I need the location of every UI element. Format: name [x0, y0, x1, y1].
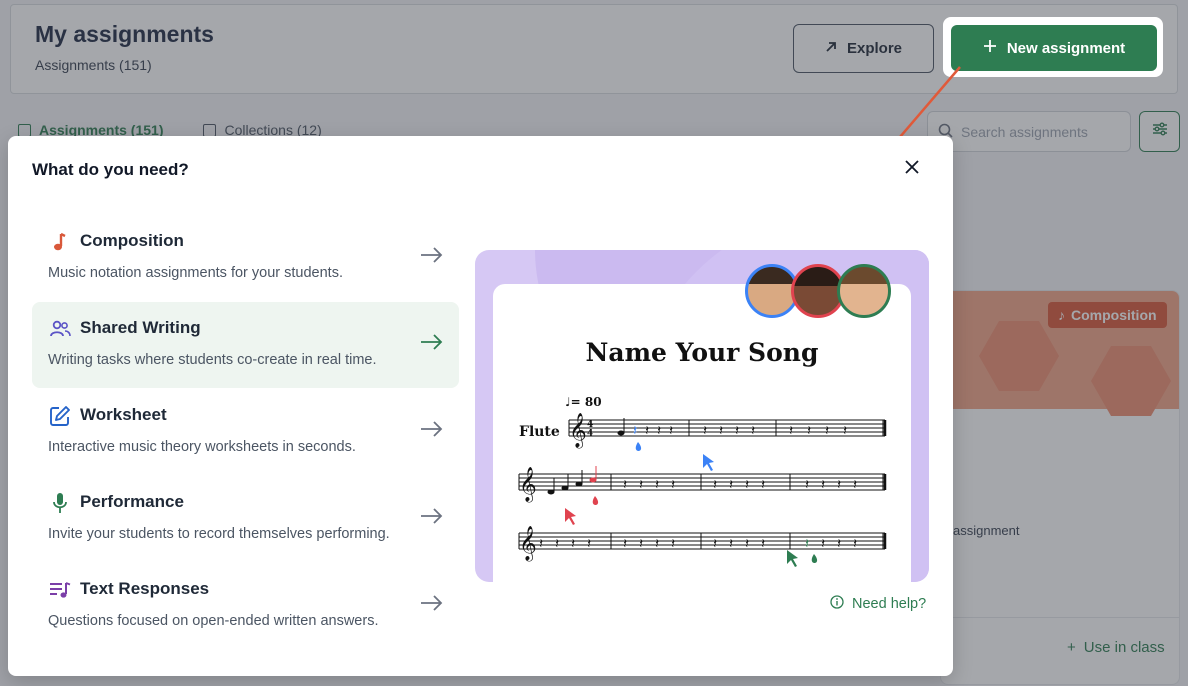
svg-text:𝄽: 𝄽	[805, 536, 809, 552]
svg-text:𝄽: 𝄽	[745, 536, 749, 552]
svg-text:𝄽: 𝄽	[623, 536, 627, 552]
svg-text:𝄞: 𝄞	[519, 526, 537, 562]
music-note-icon	[48, 230, 72, 254]
svg-text:𝄽: 𝄽	[669, 423, 673, 439]
close-icon	[904, 159, 920, 180]
svg-text:𝄞: 𝄞	[569, 413, 587, 449]
svg-text:𝄽: 𝄽	[639, 536, 643, 552]
arrow-right-icon	[421, 421, 443, 437]
text-lines-music-icon	[48, 578, 72, 602]
svg-text:𝄽: 𝄽	[703, 423, 707, 439]
option-description: Invite your students to record themselve…	[48, 526, 390, 542]
svg-text:𝄽: 𝄽	[805, 477, 809, 493]
svg-text:𝄽: 𝄽	[539, 536, 543, 552]
option-title: Worksheet	[80, 405, 167, 424]
option-description: Music notation assignments for your stud…	[48, 265, 343, 281]
score-sheet: Name Your Song ♩= 80 Flute 𝄞 4 4 𝄽 𝄽 𝄽 𝄽 𝄽 𝄽…	[493, 284, 911, 582]
svg-text:𝄽: 𝄽	[735, 423, 739, 439]
svg-text:𝄞: 𝄞	[519, 467, 537, 503]
option-shared-writing[interactable]: Shared Writing Writing tasks where stude…	[32, 302, 459, 388]
svg-text:𝄽: 𝄽	[623, 477, 627, 493]
arrow-right-icon	[421, 247, 443, 263]
new-assignment-button[interactable]: New assignment	[951, 25, 1157, 71]
svg-text:𝄽: 𝄽	[671, 536, 675, 552]
option-preview-illustration: Name Your Song ♩= 80 Flute 𝄞 4 4 𝄽 𝄽 𝄽 𝄽 𝄽 𝄽…	[475, 250, 929, 582]
option-title: Shared Writing	[80, 318, 201, 337]
svg-text:𝄽: 𝄽	[853, 536, 857, 552]
modal-title: What do you need?	[32, 160, 189, 179]
option-description: Writing tasks where students co-create i…	[48, 352, 377, 368]
need-help-link[interactable]: Need help?	[830, 595, 926, 613]
option-description: Questions focused on open-ended written …	[48, 613, 379, 629]
option-performance[interactable]: Performance Invite your students to reco…	[32, 476, 459, 562]
arrow-right-icon	[421, 595, 443, 611]
svg-text:𝄽: 𝄽	[719, 423, 723, 439]
option-worksheet[interactable]: Worksheet Interactive music theory works…	[32, 389, 459, 475]
svg-text:𝄽: 𝄽	[729, 477, 733, 493]
svg-text:𝄽: 𝄽	[853, 477, 857, 493]
option-composition[interactable]: Composition Music notation assignments f…	[32, 215, 459, 301]
need-help-label: Need help?	[852, 596, 927, 612]
svg-text:𝄽: 𝄽	[713, 477, 717, 493]
tempo-marking: ♩= 80	[565, 395, 602, 409]
option-title: Composition	[80, 231, 184, 250]
svg-text:𝄽: 𝄽	[821, 477, 825, 493]
svg-text:𝄽: 𝄽	[655, 477, 659, 493]
option-text-responses[interactable]: Text Responses Questions focused on open…	[32, 563, 459, 649]
svg-text:𝄽: 𝄽	[655, 536, 659, 552]
svg-text:𝄽: 𝄽	[555, 536, 559, 552]
svg-text:𝄽: 𝄽	[671, 477, 675, 493]
microphone-icon	[48, 491, 72, 515]
svg-text:𝄽: 𝄽	[639, 477, 643, 493]
student-avatar	[837, 264, 891, 318]
svg-text:𝄽: 𝄽	[761, 477, 765, 493]
svg-text:𝄽: 𝄽	[713, 536, 717, 552]
svg-text:𝄽: 𝄽	[837, 477, 841, 493]
close-button[interactable]	[900, 157, 924, 181]
svg-text:𝄽: 𝄽	[633, 423, 637, 439]
svg-text:𝄽: 𝄽	[761, 536, 765, 552]
edit-icon	[48, 404, 72, 428]
svg-text:𝄽: 𝄽	[843, 423, 847, 439]
people-icon	[48, 317, 72, 341]
option-title: Text Responses	[80, 579, 210, 598]
svg-text:𝄽: 𝄽	[807, 423, 811, 439]
instrument-label: Flute	[519, 424, 560, 440]
new-assignment-label: New assignment	[1006, 39, 1126, 57]
new-assignment-modal: What do you need? Composition Music nota…	[8, 136, 953, 676]
svg-text:𝄽: 𝄽	[837, 536, 841, 552]
svg-text:𝄽: 𝄽	[821, 536, 825, 552]
svg-text:𝄽: 𝄽	[645, 423, 649, 439]
arrow-right-icon	[421, 334, 443, 350]
time-signature-bottom: 4	[587, 429, 593, 439]
svg-text:𝄽: 𝄽	[729, 536, 733, 552]
svg-text:𝄽: 𝄽	[571, 536, 575, 552]
svg-text:𝄽: 𝄽	[751, 423, 755, 439]
arrow-right-icon	[421, 508, 443, 524]
option-description: Interactive music theory worksheets in s…	[48, 439, 356, 455]
music-staff: ♩= 80 Flute 𝄞 4 4 𝄽 𝄽 𝄽 𝄽 𝄽 𝄽 𝄽 𝄽 𝄽 𝄽 𝄽 𝄽	[518, 395, 887, 567]
info-icon	[830, 595, 844, 613]
svg-text:𝄽: 𝄽	[587, 536, 591, 552]
svg-text:𝄽: 𝄽	[745, 477, 749, 493]
svg-text:𝄽: 𝄽	[825, 423, 829, 439]
svg-text:𝄽: 𝄽	[657, 423, 661, 439]
svg-text:𝄽: 𝄽	[789, 423, 793, 439]
option-title: Performance	[80, 492, 184, 511]
plus-icon	[983, 39, 997, 57]
